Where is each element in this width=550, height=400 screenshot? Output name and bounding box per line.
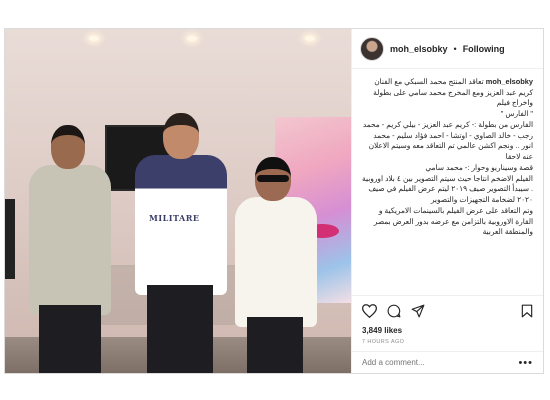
post-photo[interactable]: MILITARE <box>5 29 351 373</box>
instagram-post: MILITARE moh_elsobky • Following moh_els… <box>4 28 544 374</box>
more-options-icon[interactable]: ••• <box>518 357 533 369</box>
ceiling-light <box>187 36 197 41</box>
following-button[interactable]: Following <box>463 44 505 54</box>
caption: moh_elsobky تعاقد المنتج محمد السبكي مع … <box>352 69 543 242</box>
avatar[interactable] <box>360 36 384 61</box>
action-icons <box>362 302 533 320</box>
ceiling-light <box>305 36 315 41</box>
sunglasses <box>257 175 289 182</box>
person-center: MILITARE <box>135 113 229 373</box>
caption-text: تعاقد المنتج محمد السبكي مع الفنان كريم … <box>362 77 533 237</box>
shirt-print: MILITARE <box>149 213 200 223</box>
likes-count[interactable]: 3,849 likes <box>362 326 533 335</box>
person-left <box>29 125 113 373</box>
person-right <box>235 157 319 373</box>
post-actions: 3,849 likes 7 HOURS AGO ••• <box>352 295 543 373</box>
heart-icon[interactable] <box>362 304 377 318</box>
bookmark-icon[interactable] <box>521 304 533 318</box>
share-icon[interactable] <box>411 304 425 318</box>
ceiling-light <box>89 36 99 41</box>
post-header: moh_elsobky • Following <box>352 29 543 69</box>
post-sidebar: moh_elsobky • Following moh_elsobky تعاق… <box>351 29 543 373</box>
separator-dot: • <box>453 43 457 54</box>
username[interactable]: moh_elsobky <box>390 44 448 54</box>
comment-input[interactable] <box>362 358 502 367</box>
comment-box: ••• <box>352 351 543 373</box>
post-timestamp[interactable]: 7 HOURS AGO <box>362 339 533 345</box>
caption-username[interactable]: moh_elsobky <box>486 77 533 86</box>
caption-area: moh_elsobky تعاقد المنتج محمد السبكي مع … <box>352 69 543 295</box>
speaker <box>5 199 15 279</box>
comment-icon[interactable] <box>387 304 401 318</box>
